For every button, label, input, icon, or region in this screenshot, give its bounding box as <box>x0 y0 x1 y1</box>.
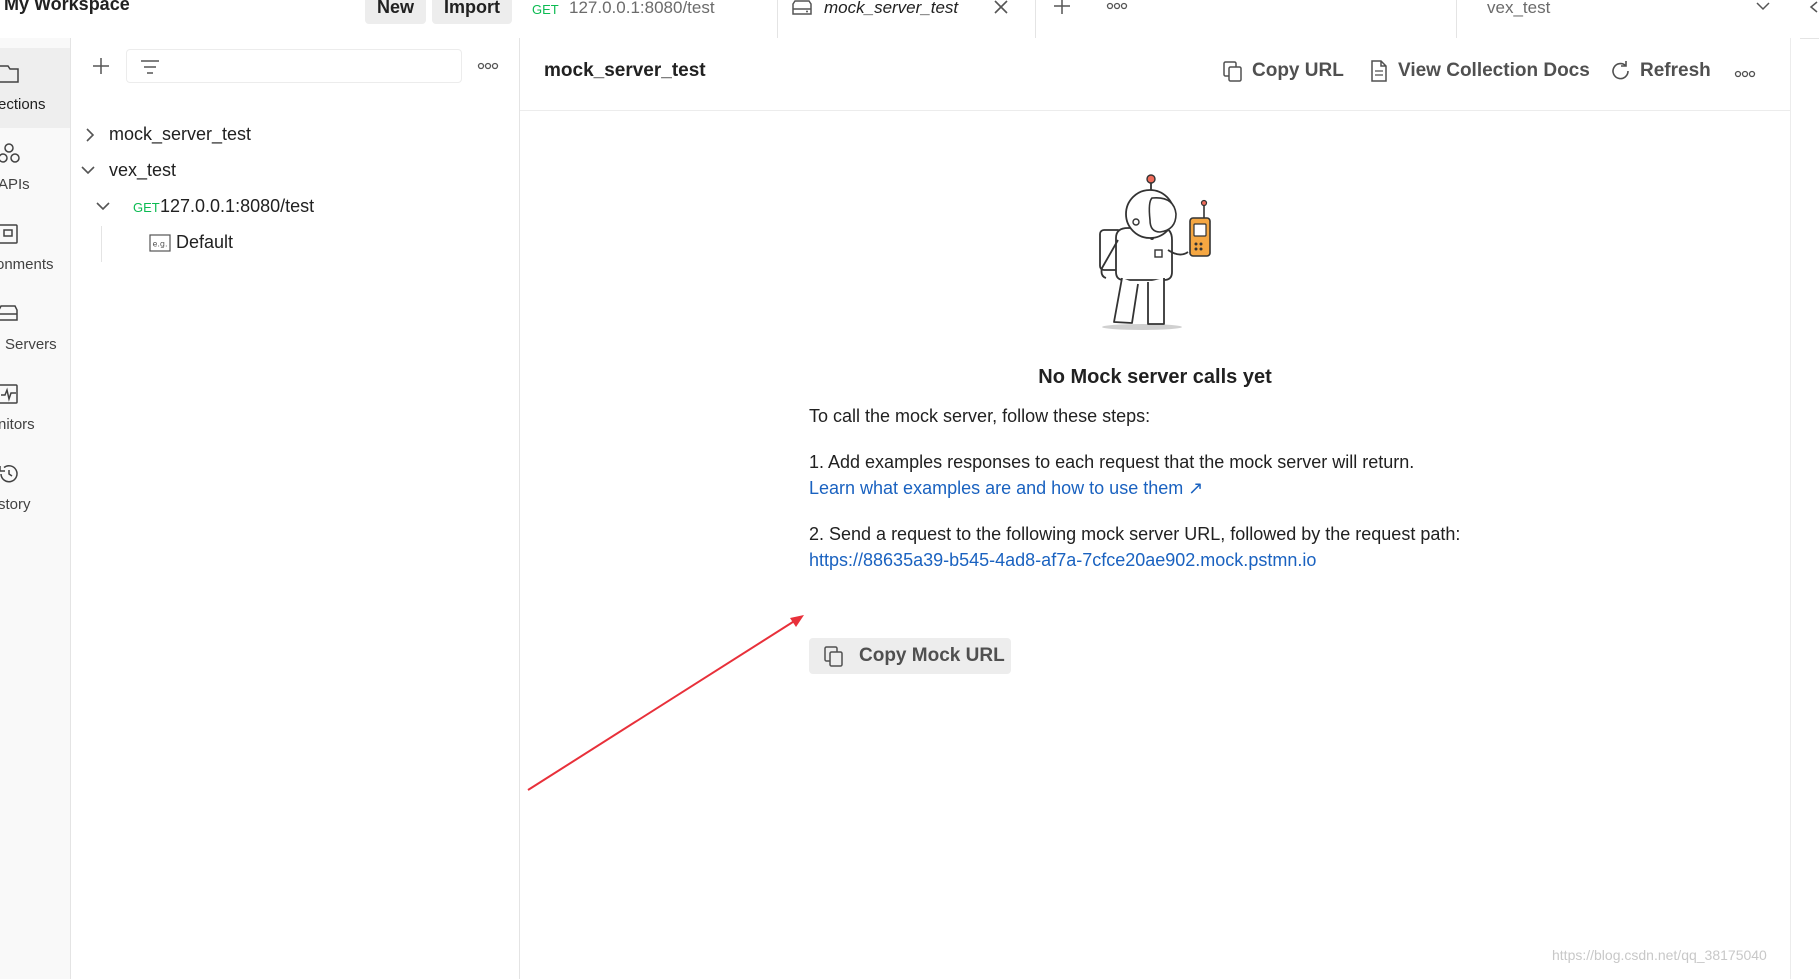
chevron-right-icon[interactable] <box>83 127 97 143</box>
apis-icon <box>0 142 22 166</box>
environments-icon <box>0 222 22 246</box>
top-bar: My Workspace New Import GET 127.0.0.1:80… <box>0 0 1819 39</box>
rail-label: APIs <box>0 176 30 193</box>
filter-icon[interactable] <box>139 57 161 77</box>
new-button[interactable]: New <box>365 0 427 24</box>
close-icon[interactable] <box>992 0 1010 16</box>
environment-label: vex_test <box>1487 0 1551 17</box>
tree-item-label: Default <box>176 232 234 252</box>
rail-item-monitors[interactable]: nitors <box>0 368 70 448</box>
monitors-icon <box>0 382 22 406</box>
main-panel: mock_server_test Copy URL View Collectio… <box>520 38 1800 979</box>
copy-mock-url-button[interactable]: Copy Mock URL <box>809 638 1011 674</box>
chevron-down-icon[interactable] <box>95 199 111 213</box>
page-title: mock_server_test <box>544 60 706 81</box>
method-badge: GET <box>532 2 559 17</box>
refresh-label: Refresh <box>1640 60 1711 81</box>
tree-item-label: 127.0.0.1:8080/test <box>160 196 315 216</box>
tree-item-collection[interactable]: vex_test <box>71 153 519 189</box>
chevron-down-icon <box>1755 0 1771 12</box>
tree-item-example[interactable]: e.g. Default <box>71 225 519 261</box>
tree-item-label: vex_test <box>109 160 177 180</box>
tree-item-collection[interactable]: mock_server_test <box>71 117 519 153</box>
empty-state-title: No Mock server calls yet <box>1038 366 1272 388</box>
history-icon <box>0 462 22 486</box>
tab-label: 127.0.0.1:8080/test <box>569 0 715 17</box>
refresh-icon <box>1610 59 1632 83</box>
add-icon[interactable] <box>91 56 111 76</box>
rail-item-environments[interactable]: onments <box>0 208 70 288</box>
tab-request[interactable]: GET 127.0.0.1:8080/test <box>520 0 778 38</box>
chevron-down-icon[interactable] <box>80 163 96 177</box>
panel-divider <box>1790 38 1791 979</box>
learn-examples-link[interactable]: Learn what examples are and how to use t… <box>809 478 1203 499</box>
main-header: mock_server_test Copy URL View Collectio… <box>520 38 1790 111</box>
rail-label: story <box>0 496 31 513</box>
tree-item-request[interactable]: GET 127.0.0.1:8080/test <box>71 189 519 225</box>
step-two-text: 2. Send a request to the following mock … <box>809 524 1461 544</box>
tab-label: mock_server_test <box>824 0 959 17</box>
step-one-text: 1. Add examples responses to each reques… <box>809 452 1415 472</box>
svg-text:e.g.: e.g. <box>152 240 167 249</box>
search-input[interactable] <box>126 49 462 83</box>
mock-servers-icon <box>0 302 22 326</box>
rail-label: nitors <box>0 416 35 433</box>
import-button[interactable]: Import <box>432 0 512 24</box>
example-icon: e.g. <box>149 234 171 252</box>
tab-mock-server[interactable]: mock_server_test <box>778 0 1036 38</box>
more-options-icon[interactable] <box>477 62 499 70</box>
copy-icon <box>1222 59 1244 83</box>
rail-item-mock-servers[interactable]: Servers <box>0 288 70 368</box>
more-tabs-icon[interactable] <box>1106 2 1128 10</box>
rail-label: onments <box>0 256 54 273</box>
collections-icon <box>0 62 22 86</box>
environment-quick-look-icon[interactable] <box>1808 0 1819 14</box>
mock-server-url-link[interactable]: https://88635a39-b545-4ad8-af7a-7cfce20a… <box>809 550 1316 571</box>
add-tab-icon[interactable] <box>1052 0 1072 16</box>
watermark: https://blog.csdn.net/qq_38175040 <box>1552 947 1767 963</box>
instructions-intro: To call the mock server, follow these st… <box>809 406 1151 426</box>
more-options-icon[interactable] <box>1734 70 1756 78</box>
rail-label: ections <box>0 96 46 113</box>
mock-server-icon <box>790 0 814 18</box>
copy-mock-url-label: Copy Mock URL <box>859 645 1005 666</box>
astronaut-illustration <box>1080 168 1220 338</box>
rail-item-history[interactable]: story <box>0 448 70 528</box>
copy-url-label: Copy URL <box>1252 60 1344 81</box>
method-badge: GET <box>133 200 160 215</box>
collections-sidebar: mock_server_test vex_test GET 127.0.0.1:… <box>71 38 520 979</box>
rail-label: Servers <box>5 336 57 353</box>
icon-rail: ections APIs onments Servers nitors stor… <box>0 38 71 979</box>
document-icon <box>1368 59 1390 83</box>
view-docs-label: View Collection Docs <box>1398 60 1590 81</box>
rail-item-apis[interactable]: APIs <box>0 128 70 208</box>
workspace-title[interactable]: My Workspace <box>4 0 130 15</box>
tree-guide-line <box>101 226 102 262</box>
tree-item-label: mock_server_test <box>109 124 252 144</box>
rail-item-collections[interactable]: ections <box>0 48 70 128</box>
environment-selector[interactable]: vex_test <box>1456 0 1776 38</box>
copy-icon <box>823 645 845 669</box>
